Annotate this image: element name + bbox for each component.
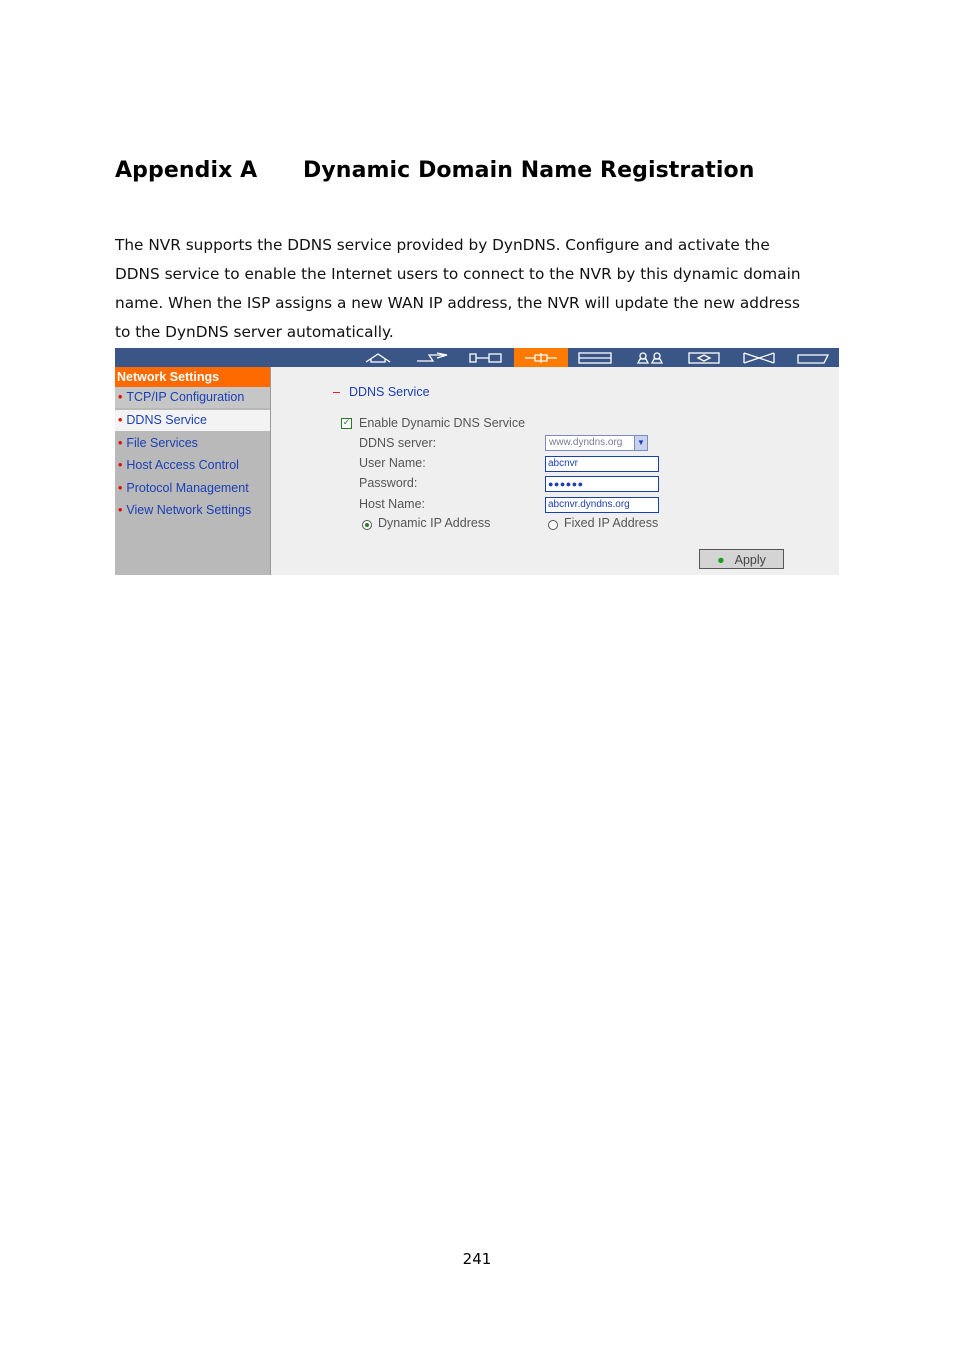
tools-icon[interactable] — [732, 348, 786, 367]
bullet-icon: • — [118, 458, 123, 472]
ddns-server-value: www.dyndns.org — [549, 437, 623, 448]
sidebar-item-label: View Network Settings — [126, 503, 252, 517]
ddns-form: – DDNS Service ✓ Enable Dynamic DNS Servi… — [270, 367, 839, 575]
password-field[interactable]: ●●●●●● — [545, 476, 659, 492]
fixed-ip-radio[interactable] — [548, 520, 558, 530]
page-number: 241 — [462, 1250, 492, 1268]
fixed-ip-label: Fixed IP Address — [564, 516, 659, 530]
sidebar-item-label: DDNS Service — [126, 413, 207, 427]
sidebar-item-label: TCP/IP Configuration — [126, 390, 245, 404]
user-name-field[interactable]: abcnvr — [545, 456, 659, 472]
ddns-screenshot: Network Settings • TCP/IP Configuration •… — [115, 348, 839, 575]
paragraph-line: The NVR supports the DDNS service provid… — [115, 236, 770, 254]
bullet-icon: • — [118, 413, 123, 427]
host-name-label: Host Name: — [359, 497, 425, 511]
sidebar-item-file-services[interactable]: • File Services — [115, 433, 270, 454]
sidebar-item-protocol[interactable]: • Protocol Management — [115, 478, 270, 499]
section-title-label: DDNS Service — [348, 385, 430, 399]
enable-ddns-label: Enable Dynamic DNS Service — [359, 416, 526, 430]
password-label: Password: — [359, 476, 418, 490]
bullet-icon: • — [118, 481, 123, 495]
apply-button[interactable]: ● Apply — [699, 549, 784, 569]
chevron-down-icon[interactable]: ▼ — [634, 436, 647, 450]
sidebar-item-view-network[interactable]: • View Network Settings — [115, 500, 270, 521]
collapse-icon[interactable]: – — [333, 385, 340, 399]
sidebar-item-label: Protocol Management — [126, 481, 249, 495]
status-icon[interactable] — [786, 348, 840, 367]
paragraph-line: name. When the ISP assigns a new WAN IP … — [115, 294, 800, 312]
sidebar: Network Settings • TCP/IP Configuration •… — [115, 367, 270, 575]
dynamic-ip-radio[interactable] — [362, 520, 372, 530]
sidebar-item-tcpip[interactable]: • TCP/IP Configuration — [115, 387, 270, 408]
apply-label: Apply — [734, 553, 766, 567]
network-icon[interactable] — [514, 348, 568, 367]
home-icon[interactable] — [351, 348, 405, 367]
host-name-field[interactable]: abcnvr.dyndns.org — [545, 497, 659, 513]
system-icon[interactable] — [459, 348, 513, 367]
sidebar-item-host-access[interactable]: • Host Access Control — [115, 455, 270, 476]
quick-config-icon[interactable] — [405, 348, 459, 367]
bullet-icon: ● — [717, 553, 725, 567]
appendix-title: Dynamic Domain Name Registration — [303, 158, 755, 183]
intro-paragraph: The NVR supports the DDNS service provid… — [115, 231, 845, 347]
users-icon[interactable] — [623, 348, 677, 367]
paragraph-line: DDNS service to enable the Internet user… — [115, 265, 801, 283]
share-icon[interactable] — [677, 348, 731, 367]
paragraph-line: to the DynDNS server automatically. — [115, 323, 394, 341]
bullet-icon: • — [118, 503, 123, 517]
appendix-label: Appendix A — [115, 158, 258, 183]
user-name-label: User Name: — [359, 456, 426, 470]
device-icon[interactable] — [568, 348, 622, 367]
top-toolbar — [115, 348, 839, 367]
section-title: – DDNS Service — [333, 385, 430, 399]
enable-ddns-checkbox[interactable]: ✓ — [341, 418, 352, 429]
sidebar-item-label: File Services — [126, 436, 198, 450]
ddns-server-label: DDNS server: — [359, 436, 437, 450]
sidebar-item-label: Host Access Control — [126, 458, 239, 472]
dynamic-ip-label: Dynamic IP Address — [378, 516, 491, 530]
sidebar-title: Network Settings — [115, 367, 270, 387]
appendix-heading: Appendix A Dynamic Domain Name Registrati… — [115, 158, 755, 183]
bullet-icon: • — [118, 390, 123, 404]
bullet-icon: • — [118, 436, 123, 450]
ddns-server-select[interactable]: www.dyndns.org ▼ — [545, 435, 648, 451]
sidebar-item-ddns[interactable]: • DDNS Service — [115, 410, 270, 431]
